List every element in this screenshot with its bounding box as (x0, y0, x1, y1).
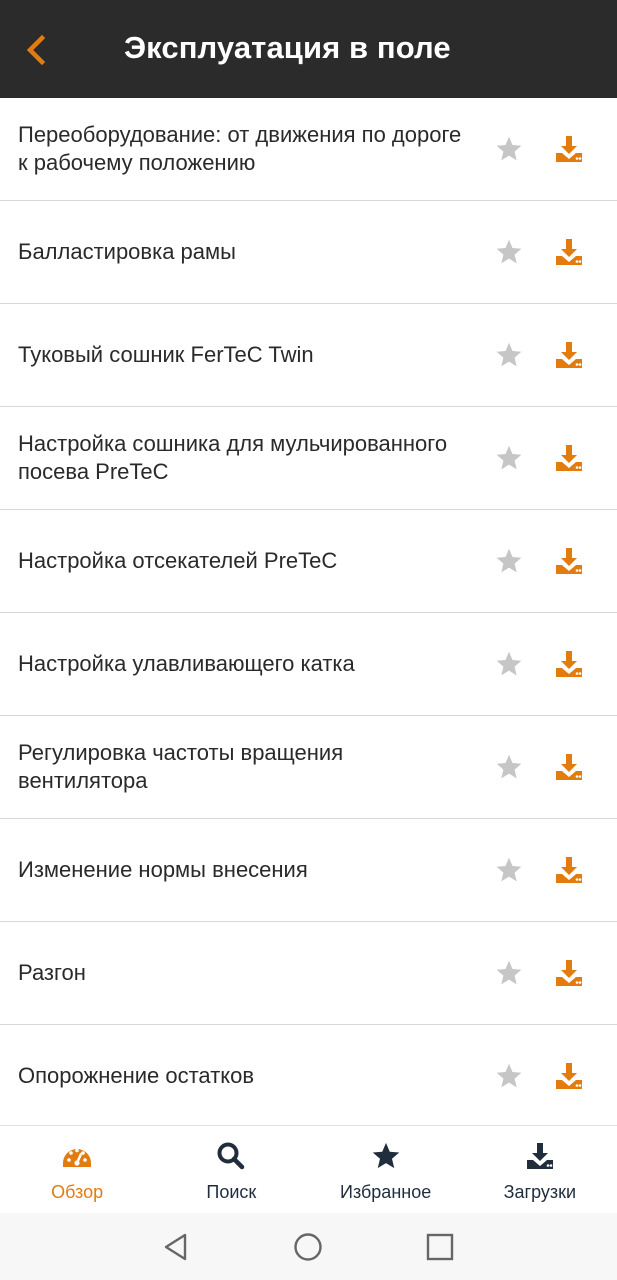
home-circle-icon[interactable] (288, 1227, 328, 1267)
nav-tab-favorites[interactable]: Избранное (309, 1126, 463, 1213)
list-item-label: Туковый сошник FerTeC Twin (18, 342, 314, 367)
list-item-label: Разгон (18, 960, 86, 985)
list-item[interactable]: Переоборудование: от движения по дороге … (0, 98, 617, 201)
page-title: Эксплуатация в поле (124, 30, 451, 65)
list-item[interactable]: Разгон (0, 922, 617, 1025)
download-icon (524, 1140, 556, 1172)
app-header: Эксплуатация в поле (0, 0, 617, 98)
star-icon (496, 548, 522, 573)
bottom-navigation: Обзор Поиск Избранное Загрузки (0, 1125, 617, 1213)
search-icon (215, 1140, 247, 1172)
download-icon (556, 857, 582, 883)
nav-tab-downloads[interactable]: Загрузки (463, 1126, 617, 1213)
favorite-button[interactable] (491, 955, 527, 991)
chevron-left-icon (26, 35, 46, 65)
star-icon (496, 651, 522, 676)
star-icon (496, 857, 522, 882)
back-button[interactable] (10, 22, 62, 78)
download-icon (556, 136, 582, 162)
list-item[interactable]: Настройка улавливающего катка (0, 613, 617, 716)
star-icon (370, 1140, 402, 1172)
download-icon (556, 548, 582, 574)
star-icon (496, 754, 522, 779)
favorite-button[interactable] (491, 749, 527, 785)
download-icon (556, 960, 582, 986)
list-item[interactable]: Настройка сошника для мульчированного по… (0, 407, 617, 510)
list-item-label: Переоборудование: от движения по дороге … (18, 122, 462, 175)
list-item[interactable]: Настройка отсекателей PreTeC (0, 510, 617, 613)
favorite-button[interactable] (491, 1058, 527, 1094)
topic-list: Переоборудование: от движения по дороге … (0, 98, 617, 1128)
list-item-label: Изменение нормы внесения (18, 857, 308, 882)
list-item[interactable]: Балластировка рамы (0, 201, 617, 304)
download-button[interactable] (551, 955, 587, 991)
favorite-button[interactable] (491, 646, 527, 682)
download-button[interactable] (551, 543, 587, 579)
list-item-label: Опорожнение остатков (18, 1063, 255, 1088)
download-icon (556, 651, 582, 677)
list-item[interactable]: Туковый сошник FerTeC Twin (0, 304, 617, 407)
download-icon (556, 239, 582, 265)
download-button[interactable] (551, 852, 587, 888)
download-button[interactable] (551, 234, 587, 270)
list-item[interactable]: Регулировка частоты вращения вентилятора (0, 716, 617, 819)
favorite-button[interactable] (491, 234, 527, 270)
download-button[interactable] (551, 1058, 587, 1094)
download-icon (556, 754, 582, 780)
nav-label: Загрузки (503, 1182, 577, 1202)
list-item-label: Регулировка частоты вращения вентилятора (18, 740, 344, 793)
favorite-button[interactable] (491, 852, 527, 888)
system-navigation-bar (0, 1213, 617, 1280)
download-button[interactable] (551, 440, 587, 476)
star-icon (496, 136, 522, 161)
app-screen: Эксплуатация в поле Переоборудование: от… (0, 0, 617, 1280)
star-icon (496, 445, 522, 470)
download-button[interactable] (551, 749, 587, 785)
star-icon (496, 342, 522, 367)
list-item[interactable]: Изменение нормы внесения (0, 819, 617, 922)
list-item[interactable]: Опорожнение остатков (0, 1025, 617, 1128)
nav-tab-overview[interactable]: Обзор (0, 1126, 154, 1213)
download-icon (556, 342, 582, 368)
list-item-label: Настройка улавливающего катка (18, 651, 355, 676)
nav-label: Избранное (340, 1182, 432, 1202)
list-item-label: Настройка отсекателей PreTeC (18, 548, 338, 573)
nav-label: Обзор (51, 1182, 104, 1202)
list-item-label: Настройка сошника для мульчированного по… (18, 431, 448, 484)
nav-label: Поиск (206, 1182, 257, 1202)
download-button[interactable] (551, 646, 587, 682)
favorite-button[interactable] (491, 543, 527, 579)
download-button[interactable] (551, 337, 587, 373)
list-item-label: Балластировка рамы (18, 239, 236, 264)
back-triangle-icon[interactable] (156, 1227, 196, 1267)
star-icon (496, 1063, 522, 1088)
download-icon (556, 445, 582, 471)
star-icon (496, 960, 522, 985)
nav-tab-search[interactable]: Поиск (154, 1126, 308, 1213)
speedometer-icon (61, 1140, 93, 1172)
favorite-button[interactable] (491, 131, 527, 167)
recents-square-icon[interactable] (420, 1227, 460, 1267)
favorite-button[interactable] (491, 337, 527, 373)
download-icon (556, 1063, 582, 1089)
star-icon (496, 239, 522, 264)
favorite-button[interactable] (491, 440, 527, 476)
download-button[interactable] (551, 131, 587, 167)
